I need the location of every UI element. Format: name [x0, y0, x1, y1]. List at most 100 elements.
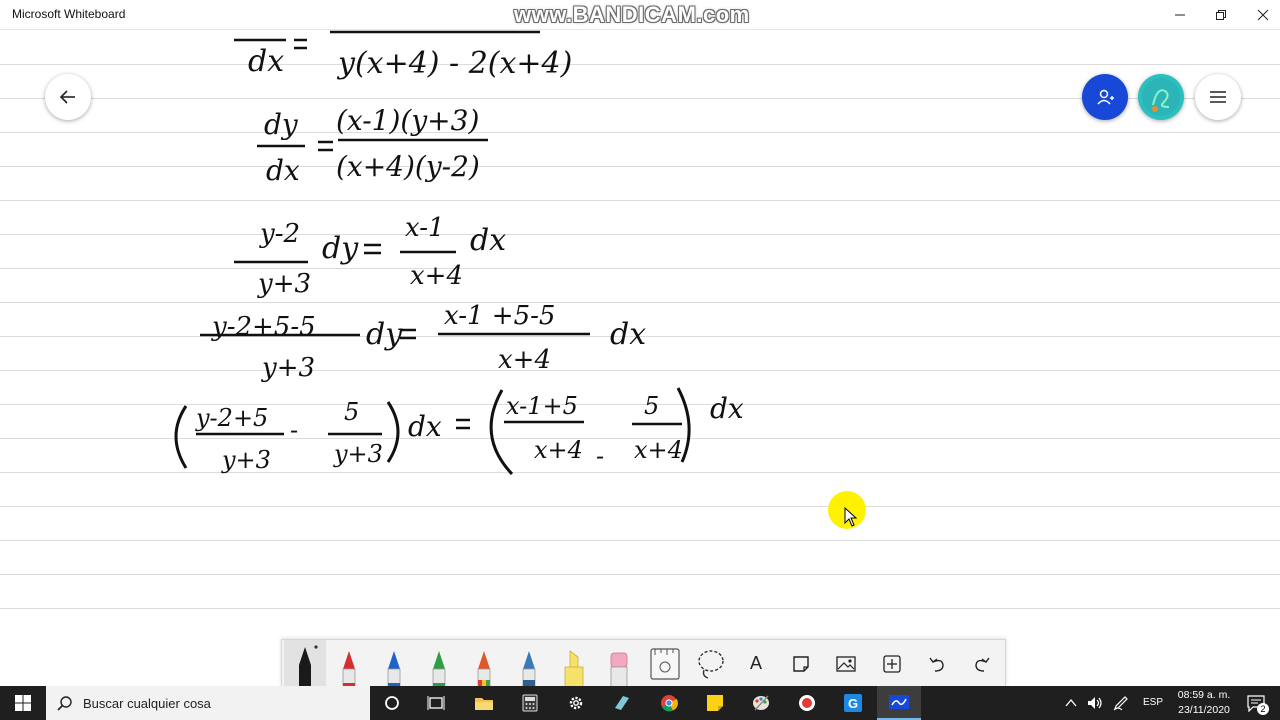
line5-rhs-minus: -	[596, 442, 604, 470]
line3-rhs-diff: dx	[470, 223, 506, 258]
arrow-left-icon	[59, 90, 75, 104]
calculator-icon	[522, 694, 538, 712]
file-explorer-button[interactable]	[462, 686, 506, 720]
whiteboard-canvas[interactable]: dx y(x+4) - 2(x+4) dy dx (x-1)(y+3) (x+4…	[0, 30, 1280, 638]
task-view-button[interactable]	[414, 686, 458, 720]
hamburger-icon	[1210, 91, 1226, 103]
pen-blue-tool[interactable]	[373, 640, 415, 687]
clock-time: 08:59 a. m.	[1177, 689, 1231, 701]
mouse-pointer-icon	[844, 507, 858, 527]
calculator-button[interactable]	[508, 686, 552, 720]
highlighter-tool[interactable]	[553, 640, 595, 687]
svg-text:G: G	[848, 696, 858, 711]
whiteboard-app-icon	[889, 695, 909, 709]
windows-logo-icon	[15, 695, 31, 711]
back-button[interactable]	[45, 74, 91, 120]
line3-lhs-diff: dy	[322, 231, 359, 266]
invite-button[interactable]	[1082, 74, 1128, 120]
red-pen-icon	[342, 651, 356, 687]
line4-rhs-diff: dx	[610, 317, 646, 352]
line2-rhs-den: (x+4)(y-2)	[336, 150, 480, 183]
chrome-icon	[661, 695, 678, 712]
task-view-icon	[427, 696, 445, 710]
record-icon	[799, 695, 815, 711]
chrome-button[interactable]	[647, 686, 691, 720]
gear-icon	[569, 696, 583, 710]
volume-icon[interactable]	[1087, 696, 1103, 710]
eraser-icon	[610, 652, 628, 687]
line3-rhs-num: x-1	[405, 213, 445, 243]
folder-icon	[475, 698, 493, 710]
clock-date: 23/11/2020	[1178, 704, 1230, 716]
search-placeholder: Buscar cualquier cosa	[83, 696, 211, 711]
redo-icon	[975, 657, 990, 672]
black-pen-icon	[299, 645, 318, 687]
clock[interactable]: 08:59 a. m. 23/11/2020	[1168, 688, 1240, 718]
cortana-button[interactable]	[370, 686, 414, 720]
line5-b-num: 5	[344, 398, 359, 426]
line4-lhs-num: y-2+5-5	[211, 312, 316, 342]
line5-lhs-diff: dx	[408, 410, 442, 443]
user-avatar[interactable]	[1138, 74, 1184, 120]
restore-icon	[1216, 9, 1226, 20]
image-tool[interactable]	[825, 640, 867, 687]
line2-rhs-num: (x-1)(y+3)	[336, 104, 479, 137]
line5-c-num: x-1+5	[506, 392, 578, 420]
windows-taskbar: Buscar cualquier cosa G ESP 08:59 a. m.	[0, 686, 1280, 720]
bandicam-button[interactable]	[785, 686, 829, 720]
note-tool[interactable]	[780, 640, 822, 687]
paint-palette-icon	[753, 695, 769, 711]
rainbow-pen-icon	[477, 651, 491, 687]
lasso-icon	[698, 649, 724, 679]
undo-button[interactable]	[916, 640, 958, 687]
pen-red-tool[interactable]	[328, 640, 370, 687]
add-tool[interactable]	[871, 640, 913, 687]
line5-a-num: y-2+5	[195, 404, 268, 432]
image-icon	[836, 655, 856, 672]
pen-green-tool[interactable]	[418, 640, 460, 687]
pen-workspace-icon[interactable]	[1113, 695, 1129, 711]
inking-toolbar: A	[281, 639, 1006, 687]
handwritten-math: dx y(x+4) - 2(x+4) dy dx (x-1)(y+3) (x+4…	[174, 30, 744, 476]
sticky-notes-icon	[707, 695, 723, 711]
pen-galaxy-tool[interactable]	[508, 640, 550, 687]
line5-a-den: y+3	[221, 446, 271, 474]
teal-app-icon	[615, 696, 629, 710]
line3-lhs-num: y-2	[259, 219, 300, 249]
minimize-button[interactable]	[1157, 0, 1203, 29]
close-button[interactable]	[1240, 0, 1280, 29]
line1-lhs-den: dx	[248, 44, 284, 79]
sticky-notes-button[interactable]	[693, 686, 737, 720]
whiteboard-taskbar-button[interactable]	[877, 686, 921, 720]
cortana-circle-icon	[385, 696, 399, 710]
start-button[interactable]	[0, 686, 46, 720]
line5-b-den: y+3	[333, 440, 383, 468]
text-tool[interactable]: A	[735, 640, 777, 687]
pen-black-tool[interactable]	[284, 640, 326, 687]
lasso-tool[interactable]	[690, 640, 732, 687]
close-icon	[1257, 9, 1269, 20]
restore-button[interactable]	[1198, 0, 1244, 29]
ruler-tool[interactable]	[644, 640, 686, 687]
close-paren	[386, 401, 400, 463]
settings-button[interactable]	[554, 686, 598, 720]
taskbar-search[interactable]: Buscar cualquier cosa	[46, 686, 370, 720]
line3-rhs-den: x+4	[410, 261, 463, 291]
pen-rainbow-tool[interactable]	[463, 640, 505, 687]
redo-button[interactable]	[961, 640, 1003, 687]
eraser-tool[interactable]	[598, 640, 640, 687]
line5-d-den: x+4	[634, 436, 683, 464]
app-g-button[interactable]: G	[831, 686, 875, 720]
app-teal-button[interactable]	[600, 686, 644, 720]
line2-lhs-den: dx	[266, 154, 300, 187]
chevron-up-icon[interactable]	[1065, 698, 1077, 708]
language-indicator[interactable]: ESP	[1143, 697, 1163, 708]
line5-d-num: 5	[644, 392, 659, 420]
minimize-icon	[1175, 14, 1185, 15]
paint-button[interactable]	[739, 686, 783, 720]
line4-lhs-den: y+3	[261, 353, 315, 383]
undo-icon	[929, 657, 944, 672]
open-paren	[174, 405, 188, 469]
text-tool-label: A	[749, 653, 762, 673]
menu-button[interactable]	[1195, 74, 1241, 120]
